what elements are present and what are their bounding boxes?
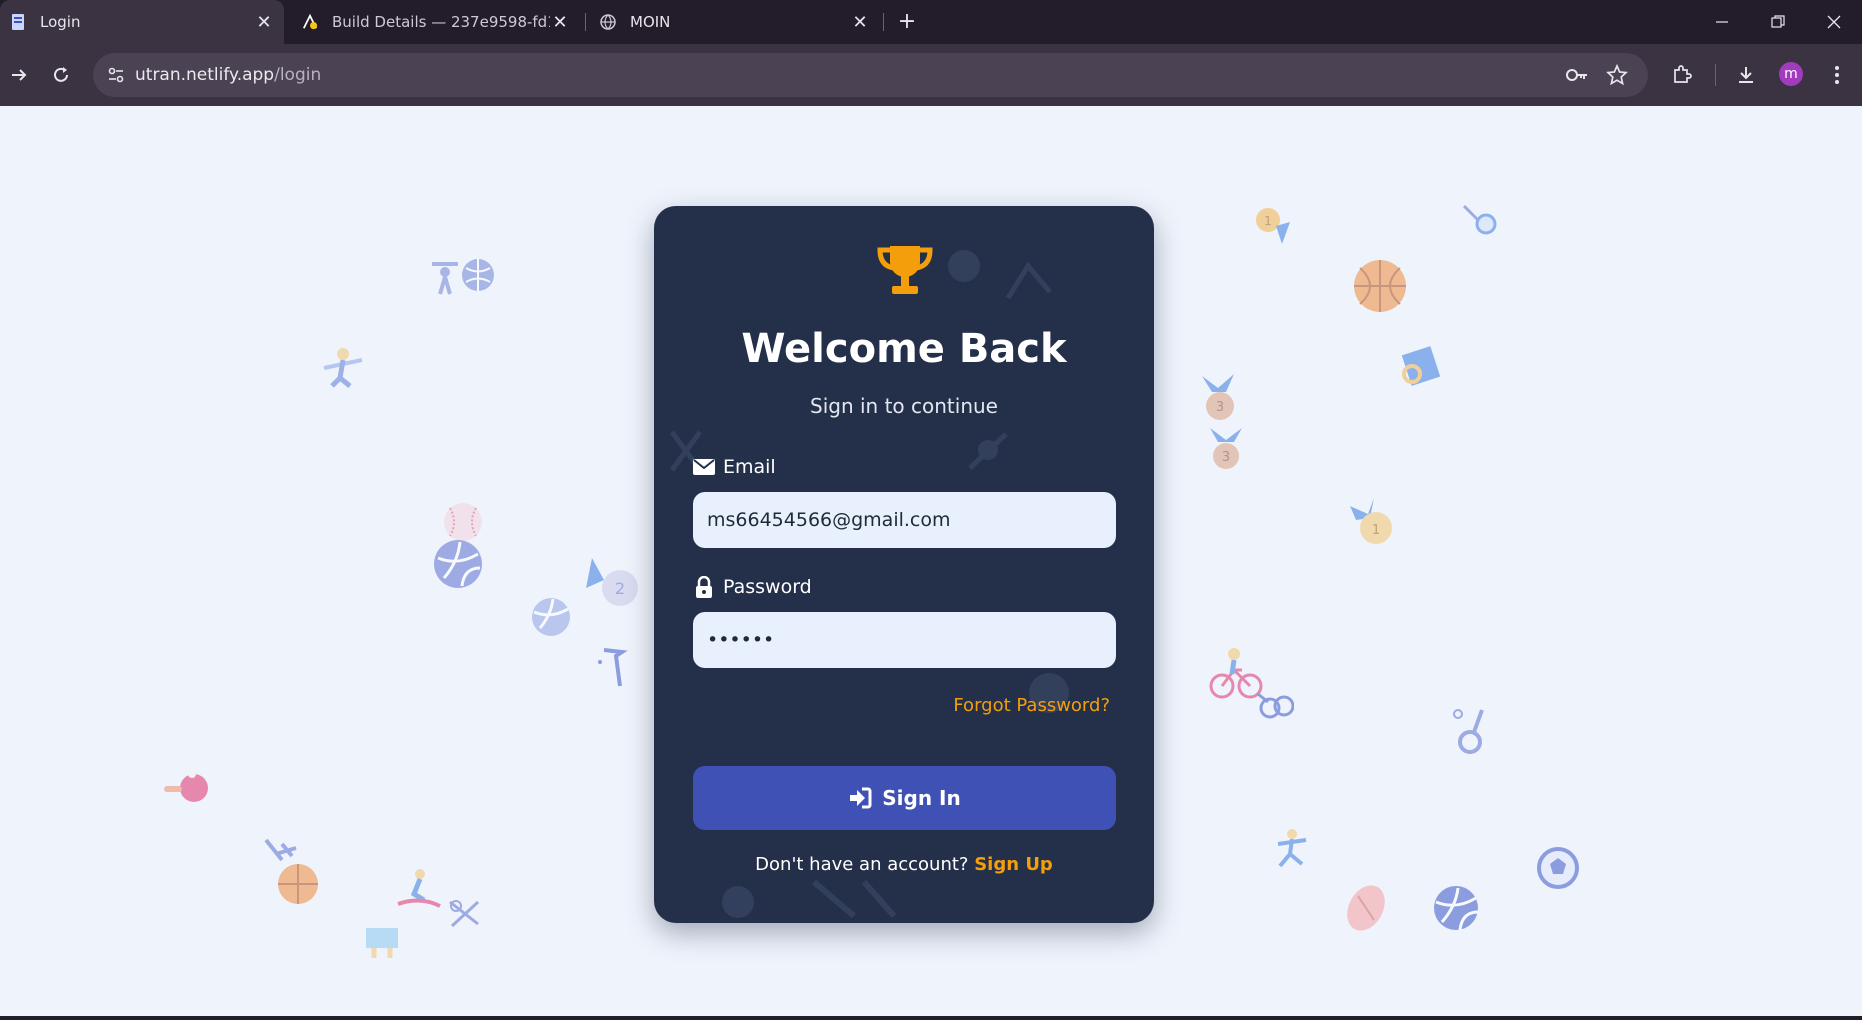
tab-build-details[interactable]: Build Details — 237e9598-fd1a ✕ bbox=[292, 0, 580, 44]
email-label: Email bbox=[693, 456, 776, 478]
close-window-icon[interactable] bbox=[1806, 0, 1862, 44]
volleyball-icon bbox=[1434, 886, 1479, 931]
trophy-card-icon bbox=[366, 928, 398, 958]
ping-pong-icon bbox=[164, 770, 208, 802]
sign-up-link[interactable]: Sign Up bbox=[974, 854, 1053, 875]
volleyball-icon bbox=[532, 598, 570, 636]
tab-divider bbox=[585, 13, 586, 31]
email-label-text: Email bbox=[723, 456, 776, 478]
forward-icon[interactable] bbox=[0, 56, 38, 94]
basketball-icon bbox=[1354, 260, 1406, 312]
login-page: 2 1 3 3 1 Welcome Back Sign in to contin… bbox=[0, 106, 1862, 1016]
ghost-sport-icon bbox=[968, 432, 1008, 470]
toolbar-divider bbox=[1715, 64, 1716, 86]
login-card: Welcome Back Sign in to continue Email P… bbox=[654, 206, 1154, 923]
minimize-icon[interactable] bbox=[1694, 0, 1750, 44]
browser-toolbar: utran.netlify.app/login m bbox=[0, 44, 1862, 106]
profile-avatar[interactable]: m bbox=[1779, 62, 1803, 86]
soccer-ball-icon bbox=[1537, 847, 1579, 889]
tab-title: MOIN bbox=[630, 13, 671, 31]
close-tab-icon[interactable]: ✕ bbox=[850, 12, 870, 33]
ghost-sport-icon bbox=[1005, 262, 1052, 300]
envelope-icon bbox=[693, 456, 715, 478]
tab-login[interactable]: Login ✕ bbox=[0, 0, 284, 44]
download-icon[interactable] bbox=[1727, 56, 1765, 94]
trophy-icon bbox=[877, 246, 933, 294]
badminton-icon bbox=[449, 900, 480, 928]
password-label-text: Password bbox=[723, 576, 812, 598]
tab-moin[interactable]: MOIN ✕ bbox=[590, 0, 880, 44]
restore-icon[interactable] bbox=[1750, 0, 1806, 44]
globe-icon bbox=[600, 14, 616, 30]
page-subtitle: Sign in to continue bbox=[810, 394, 998, 418]
bicycle-icon bbox=[1209, 648, 1294, 719]
close-tab-icon[interactable]: ✕ bbox=[254, 12, 274, 33]
gymnast-icon bbox=[1277, 829, 1307, 868]
basketball-icon bbox=[264, 838, 318, 904]
baseball-icon bbox=[444, 503, 482, 541]
site-settings-icon[interactable] bbox=[107, 66, 125, 84]
tab-title: Login bbox=[40, 13, 81, 31]
menu-kebab-icon[interactable] bbox=[1818, 56, 1856, 94]
gymnast-icon bbox=[323, 348, 363, 388]
netlify-favicon-icon bbox=[302, 13, 318, 30]
medal-icon: 2 bbox=[586, 558, 638, 606]
page-title: Welcome Back bbox=[741, 326, 1067, 372]
close-tab-icon[interactable]: ✕ bbox=[550, 12, 570, 33]
golf-club-icon bbox=[598, 648, 628, 687]
lock-icon bbox=[693, 576, 715, 598]
sign-in-arrow-icon bbox=[848, 787, 872, 809]
tab-title: Build Details — 237e9598-fd1a bbox=[332, 13, 550, 31]
reload-icon[interactable] bbox=[42, 56, 80, 94]
address-bar[interactable]: utran.netlify.app/login bbox=[93, 53, 1648, 97]
url-path: /login bbox=[274, 65, 322, 85]
email-field[interactable] bbox=[693, 492, 1116, 548]
weightlifter-icon bbox=[432, 259, 494, 295]
bookmark-star-icon[interactable] bbox=[1606, 63, 1628, 90]
svg-text:1: 1 bbox=[1264, 214, 1272, 228]
medal-icon: 3 bbox=[1202, 374, 1234, 420]
medal-icon: 3 bbox=[1210, 428, 1242, 469]
window-bottom-edge bbox=[0, 1016, 1862, 1020]
page-favicon-icon bbox=[10, 14, 26, 30]
password-field[interactable] bbox=[693, 612, 1116, 668]
svg-text:2: 2 bbox=[615, 579, 625, 598]
tab-strip: Login ✕ Build Details — 237e9598-fd1a ✕ … bbox=[0, 0, 1862, 44]
tab-divider bbox=[883, 13, 884, 31]
signup-prompt: Don't have an account? Sign Up bbox=[654, 854, 1154, 875]
sports-card-icon bbox=[1401, 346, 1440, 386]
svg-text:1: 1 bbox=[1372, 523, 1380, 538]
svg-text:3: 3 bbox=[1222, 450, 1230, 465]
volleyball-icon bbox=[434, 540, 482, 588]
sign-in-label: Sign In bbox=[882, 786, 961, 810]
medal-icon: 1 bbox=[1350, 498, 1392, 544]
url-host: utran.netlify.app bbox=[135, 65, 275, 85]
forgot-password-link[interactable]: Forgot Password? bbox=[953, 695, 1110, 716]
new-tab-button[interactable]: + bbox=[893, 8, 921, 36]
extensions-icon[interactable] bbox=[1663, 56, 1701, 94]
medal-icon: 1 bbox=[1256, 208, 1290, 244]
no-account-text: Don't have an account? bbox=[755, 854, 969, 875]
ghost-sport-icon bbox=[722, 879, 897, 919]
svg-text:3: 3 bbox=[1216, 400, 1224, 415]
surfer-icon bbox=[397, 869, 441, 908]
ghost-sport-icon bbox=[948, 250, 980, 282]
sign-in-button[interactable]: Sign In bbox=[693, 766, 1116, 830]
rugby-ball-icon bbox=[1347, 885, 1385, 931]
racket-icon bbox=[1453, 709, 1484, 754]
racket-icon bbox=[1462, 204, 1497, 235]
url-text: utran.netlify.app/login bbox=[135, 65, 321, 85]
password-label: Password bbox=[693, 576, 812, 598]
password-key-icon[interactable] bbox=[1565, 65, 1589, 89]
